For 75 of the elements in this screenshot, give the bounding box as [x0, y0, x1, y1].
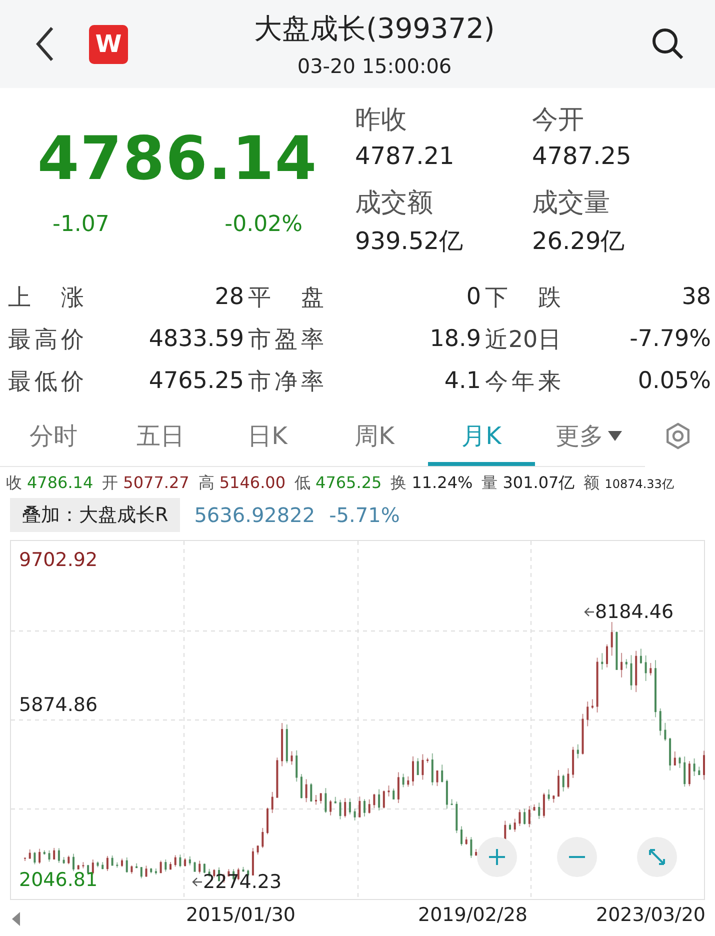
- overlay-value: 5636.92822: [194, 503, 316, 527]
- ohlc-value: 4786.14: [27, 473, 94, 492]
- minus-icon: [567, 856, 587, 858]
- search-icon[interactable]: [651, 27, 685, 61]
- chart-tab[interactable]: 更多: [535, 410, 642, 466]
- stat-value: 4833.59: [148, 326, 245, 352]
- stat-value: 4.1: [443, 368, 482, 394]
- plus-icon: [487, 847, 507, 867]
- field-label: 今开: [532, 104, 585, 137]
- field-value: 4787.25: [532, 142, 632, 172]
- stat-value: 4765.25: [148, 368, 245, 394]
- ohlc-label: 量: [482, 473, 498, 494]
- stat-label: 上涨: [8, 284, 84, 312]
- stat-label: 市净率: [248, 368, 324, 396]
- caret-icon: [608, 431, 622, 441]
- ohlc-label: 低: [294, 473, 311, 494]
- extreme-value: 2274.23: [203, 871, 282, 893]
- stat-value: -7.79%: [628, 326, 712, 352]
- ohlc-label: 换: [390, 473, 407, 494]
- percent-change: -0.02%: [224, 212, 302, 237]
- stat-value: 28: [214, 284, 245, 310]
- price-change: -1.07: [52, 212, 110, 237]
- ohlc-value: 10874.33亿: [604, 476, 674, 493]
- overlay-change: -5.71%: [329, 503, 400, 527]
- field-value: 939.52亿: [355, 226, 464, 257]
- overlay-chip[interactable]: 叠加：大盘成长R: [10, 498, 180, 532]
- stat-label: 最低价: [8, 368, 84, 396]
- date-label: 2023/03/20: [596, 904, 706, 926]
- ohlc-value: 301.07亿: [502, 473, 575, 494]
- stat-label: 下跌: [485, 284, 561, 312]
- settings-icon[interactable]: [664, 422, 692, 450]
- ohlc-value: 4765.25: [316, 473, 382, 492]
- stat-value: 0: [465, 284, 482, 310]
- chart-tab[interactable]: 日K: [214, 410, 321, 466]
- ohlc-value: 5146.00: [219, 473, 286, 492]
- field-label: 成交额: [355, 187, 434, 220]
- expand-icon: [647, 847, 667, 867]
- stat-value: 0.05%: [636, 368, 712, 394]
- expand-button[interactable]: [637, 837, 677, 877]
- app-logo[interactable]: W: [89, 24, 128, 64]
- field-label: 昨收: [355, 104, 408, 137]
- field-value: 4787.21: [355, 142, 456, 172]
- stat-value: 38: [680, 284, 712, 310]
- quote-time: 03-20 15:00:06: [297, 54, 452, 78]
- ohlc-label: 收: [6, 473, 22, 494]
- axis-value: 9702.92: [19, 549, 98, 571]
- stat-label: 近20日: [485, 326, 561, 354]
- field-label: 成交量: [532, 187, 611, 220]
- chart-tab[interactable]: 月K: [428, 410, 535, 466]
- ohlc-value: 11.24%: [412, 473, 473, 492]
- extreme-value: 8184.46: [595, 601, 674, 623]
- last-price: 4786.14: [37, 124, 318, 194]
- stat-label: 平盘: [248, 284, 324, 312]
- axis-value: 5874.86: [19, 694, 98, 716]
- pointer-arrow-icon: [191, 876, 203, 888]
- page-title: 大盘成长(399372): [254, 11, 495, 47]
- date-label: 2015/01/30: [186, 904, 296, 926]
- ohlc-label: 开: [102, 473, 118, 494]
- pointer-arrow-icon: [583, 606, 595, 618]
- stat-label: 最高价: [8, 326, 84, 354]
- scroll-left-icon[interactable]: [12, 912, 20, 926]
- zoom-in-button[interactable]: [477, 837, 517, 877]
- stat-label: 市盈率: [248, 326, 324, 354]
- chart-tab[interactable]: 分时: [0, 410, 107, 466]
- ohlc-label: 额: [584, 473, 600, 494]
- stat-label: 今年来: [485, 368, 561, 396]
- ohlc-value: 5077.27: [123, 473, 190, 492]
- axis-value: 2046.81: [19, 869, 98, 891]
- stat-value: 18.9: [428, 326, 482, 352]
- date-label: 2019/02/28: [418, 904, 528, 926]
- chart-tab[interactable]: 五日: [107, 410, 214, 466]
- chart-tab[interactable]: 周K: [321, 410, 428, 466]
- back-icon[interactable]: [35, 26, 55, 62]
- ohlc-label: 高: [198, 473, 214, 494]
- field-value: 26.29亿: [532, 226, 626, 257]
